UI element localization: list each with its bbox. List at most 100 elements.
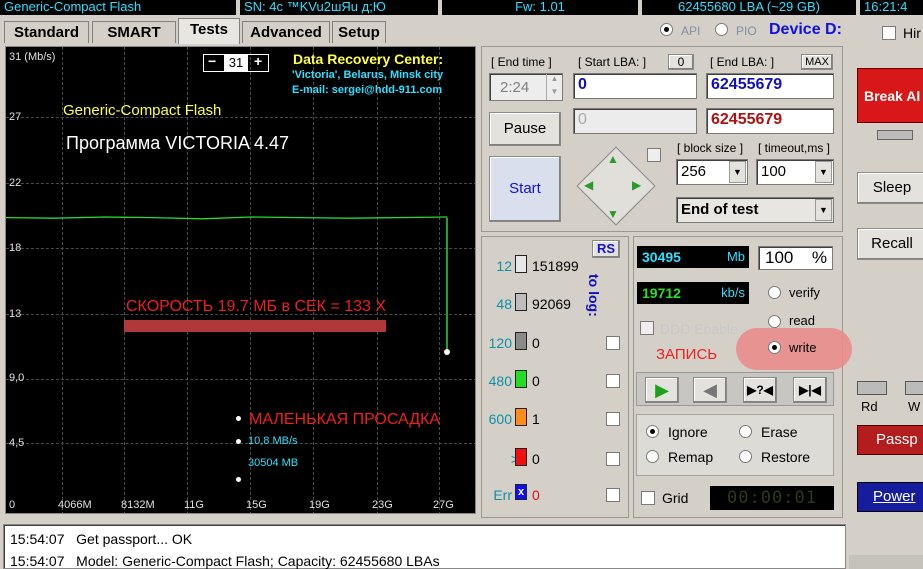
speed-graph: 31 (Mb/s) 27 22 18 13 9,0 4,5 0 4066M 81…	[5, 46, 476, 514]
spin-up-icon[interactable]: ▲	[546, 74, 562, 87]
histogram-log-checkbox[interactable]	[606, 488, 620, 502]
side-footer	[849, 555, 923, 569]
histogram-color-box	[515, 408, 527, 426]
passport-button[interactable]: Passp	[857, 425, 923, 455]
pio-label: PIO	[736, 24, 757, 38]
mb-value: 30495	[642, 249, 681, 265]
histogram-ms-label: 120	[488, 335, 512, 351]
reset-button[interactable]: RS	[592, 240, 620, 258]
api-radio[interactable]	[660, 23, 673, 36]
grid-checkbox[interactable]	[641, 491, 655, 505]
block-size-label: [ block size ]	[677, 141, 744, 155]
tab-standard[interactable]: Standard	[4, 21, 89, 43]
histogram-color-box	[515, 332, 527, 350]
histogram-count: 92069	[532, 296, 571, 312]
histogram-color-box: x	[515, 484, 527, 500]
status-clock: 16:21:4	[860, 0, 923, 15]
restore-radio[interactable]	[739, 450, 752, 463]
grid-label: Grid	[662, 490, 689, 506]
tab-tests[interactable]: Tests	[178, 18, 240, 44]
erase-label: Erase	[761, 424, 798, 440]
dip-annotation: МАЛЕНЬКАЯ ПРОСАДКА	[249, 411, 441, 428]
end-time-value: 2:24	[500, 79, 530, 96]
speed-display: 19712 kb/s	[637, 282, 749, 304]
start-lba-zero-button[interactable]: 0	[668, 54, 694, 70]
end-time-label: [ End time ]	[491, 55, 552, 69]
wr-indicator	[905, 381, 923, 395]
butterfly-seek-icon[interactable]: ▶|◀	[793, 377, 827, 403]
block-size-value: 256	[681, 163, 707, 180]
dip-bullet	[236, 416, 241, 421]
max-button[interactable]: MAX	[801, 54, 833, 70]
rd-label: Rd	[861, 399, 878, 414]
current-lba-field: 0	[573, 108, 697, 134]
arrow-down-icon[interactable]: ▼	[607, 207, 619, 221]
arrow-right-icon[interactable]: ▶	[632, 178, 641, 192]
random-seek-icon[interactable]: ▶?◀	[743, 377, 777, 403]
start-button[interactable]: Start	[489, 156, 561, 222]
end-lba-label: [ End LBA: ]	[710, 55, 775, 69]
pio-radio[interactable]	[715, 23, 728, 36]
tab-advanced[interactable]: Advanced	[242, 21, 330, 43]
tab-setup[interactable]: Setup	[332, 21, 386, 43]
status-capacity: 62455680 LBA (~29 GB)	[642, 0, 856, 15]
histogram-log-checkbox[interactable]	[606, 374, 620, 388]
power-button[interactable]: Power	[857, 482, 923, 512]
end-lba-field[interactable]: 62455679	[706, 73, 834, 99]
play-forward-icon[interactable]: ▶	[645, 377, 679, 403]
speed-annotation: СКОРОСТЬ 19.7 МБ в СЕК = 133 Х	[126, 298, 387, 315]
histogram-log-checkbox[interactable]	[606, 336, 620, 350]
break-all-button[interactable]: Break Al	[857, 68, 923, 123]
spin-down-icon[interactable]: ▼	[546, 87, 562, 100]
play-backward-icon[interactable]: ◀	[693, 377, 727, 403]
write-radio[interactable]	[768, 341, 781, 354]
histogram-ms-label: Err	[493, 487, 512, 503]
bottom-bullet	[236, 477, 241, 482]
direction-pad[interactable]: ▲ ▼ ◀ ▶	[576, 146, 656, 226]
end-action-select[interactable]: End of test ▼	[676, 197, 834, 223]
timeout-label: [ timeout,ms ]	[758, 141, 831, 155]
histogram-ms-label: 48	[496, 296, 512, 312]
end-time-field[interactable]: 2:24 ▲ ▼	[489, 73, 563, 101]
hide-checkbox[interactable]	[882, 26, 896, 40]
chevron-down-icon[interactable]: ▼	[815, 161, 832, 183]
histogram-count: 0	[532, 487, 540, 503]
recall-button[interactable]: Recall	[857, 228, 923, 260]
timeout-value: 100	[761, 163, 787, 180]
ddd-checkbox[interactable]	[640, 321, 654, 335]
read-radio[interactable]	[768, 315, 781, 328]
rd-indicator	[857, 381, 887, 395]
histogram-log-checkbox[interactable]	[606, 412, 620, 426]
histogram-count: 1	[532, 411, 540, 427]
pause-button[interactable]: Pause	[489, 112, 561, 146]
erase-radio[interactable]	[739, 425, 752, 438]
read-label: read	[789, 313, 816, 328]
break-indicator	[877, 130, 913, 140]
remap-radio[interactable]	[646, 450, 659, 463]
timeout-select[interactable]: 100 ▼	[756, 159, 834, 185]
ignore-radio[interactable]	[646, 425, 659, 438]
arrow-left-icon[interactable]: ◀	[584, 178, 593, 192]
transport-bar: ▶ ◀ ▶?◀ ▶|◀	[636, 372, 834, 406]
ddd-label: DDD Enable	[660, 321, 738, 337]
sleep-button[interactable]: Sleep	[857, 172, 923, 204]
verify-radio[interactable]	[768, 286, 781, 299]
chevron-down-icon[interactable]: ▼	[729, 161, 746, 183]
dpad-checkbox[interactable]	[647, 148, 661, 162]
percent-unit: %	[811, 248, 827, 267]
point-speed: 10,8 MB/s	[248, 435, 298, 447]
chevron-down-icon[interactable]: ▼	[815, 199, 832, 221]
current-end-lba-field: 62455679	[706, 108, 834, 134]
mb-unit: Mb	[726, 249, 745, 264]
tab-smart[interactable]: SMART	[92, 21, 176, 43]
arrow-up-icon[interactable]: ▲	[607, 152, 619, 166]
repair-mode-group	[636, 414, 834, 476]
speed-unit: kb/s	[721, 285, 745, 300]
start-lba-field[interactable]: 0	[573, 73, 697, 99]
device-label: Device D:	[769, 21, 842, 38]
speed-dip-point	[444, 349, 450, 355]
histogram-color-box	[515, 255, 527, 273]
block-size-select[interactable]: 256 ▼	[676, 159, 748, 185]
hide-label: Hir	[903, 25, 921, 41]
histogram-log-checkbox[interactable]	[606, 452, 620, 466]
